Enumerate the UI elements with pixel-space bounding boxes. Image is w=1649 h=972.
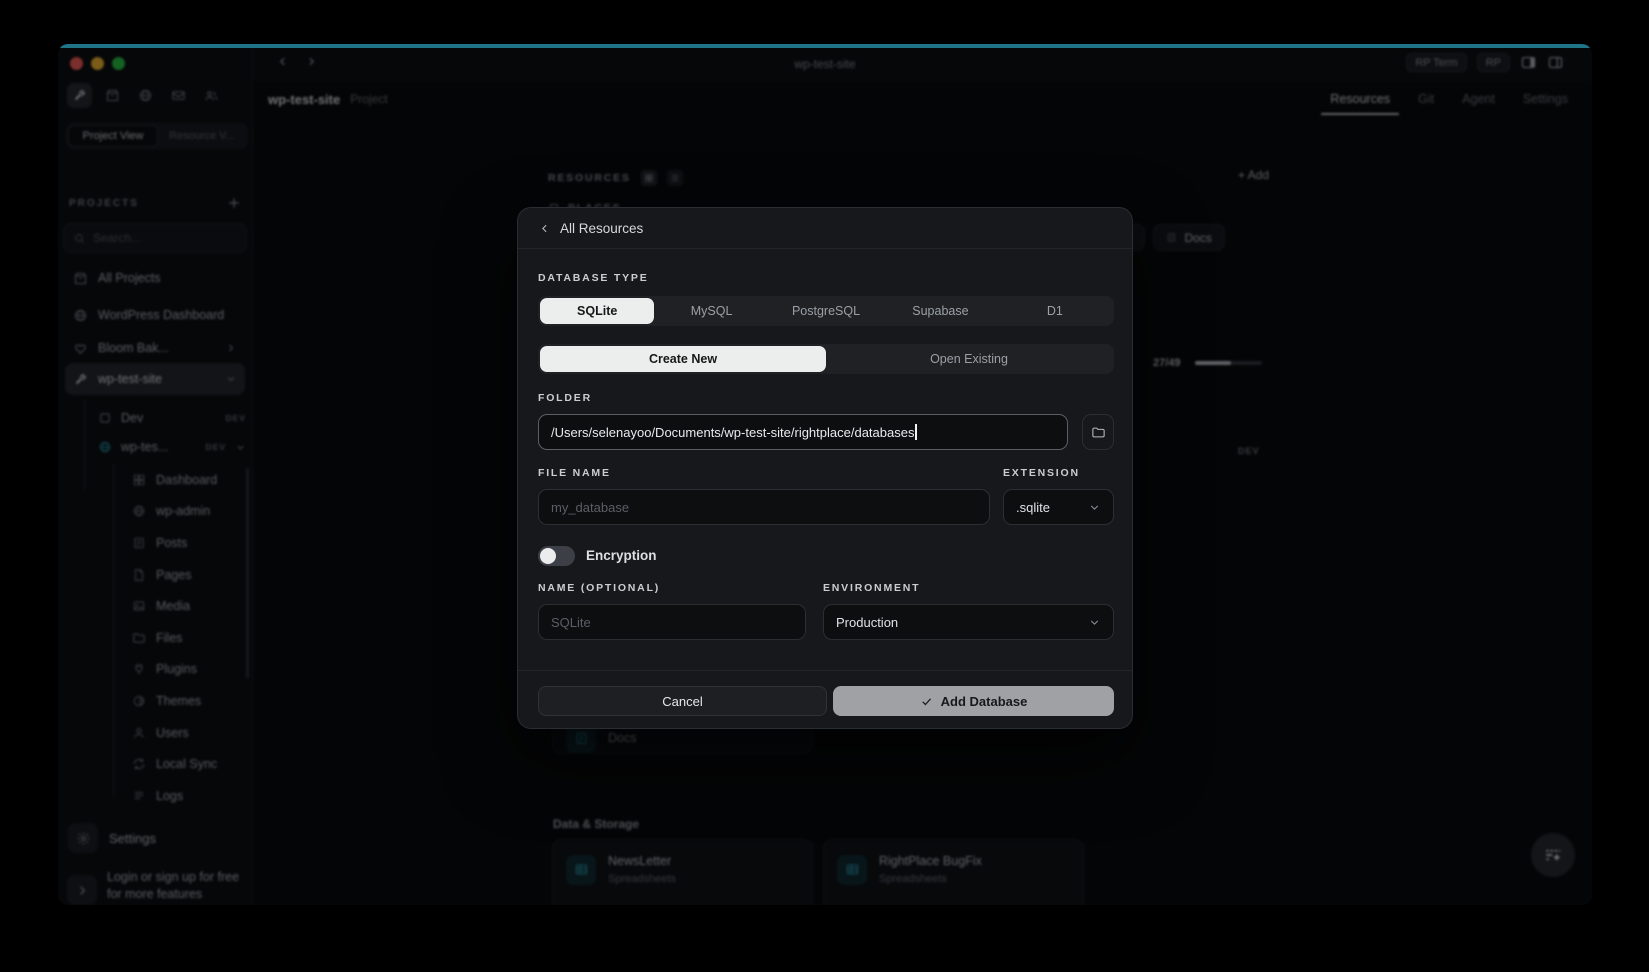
app-window: wp-test-site RP Term RP [58,44,1592,905]
chevron-left-icon[interactable] [538,222,551,235]
dbtype-sqlite[interactable]: SQLite [540,298,654,324]
chevron-down-icon [1088,616,1101,629]
extension-label: EXTENSION [1003,467,1080,479]
encryption-label: Encryption [586,548,657,563]
text-caret [915,424,917,440]
folder-label: FOLDER [538,392,592,404]
extension-select[interactable]: .sqlite [1003,489,1114,525]
environment-select[interactable]: Production [823,604,1114,640]
file-name-label: FILE NAME [538,467,611,479]
folder-path-input[interactable]: /Users/selenayoo/Documents/wp-test-site/… [538,414,1068,450]
toggle-knob [540,548,556,564]
modal-header: All Resources [518,208,1132,249]
encryption-toggle[interactable] [538,546,575,566]
mode-open-existing[interactable]: Open Existing [826,346,1112,372]
screen: wp-test-site RP Term RP [0,0,1649,972]
name-optional-label: NAME (OPTIONAL) [538,582,660,594]
modal-footer-divider [518,670,1132,671]
dbtype-d1[interactable]: D1 [998,298,1112,324]
database-type-segment: SQLite MySQL PostgreSQL Supabase D1 [538,296,1114,326]
cancel-button[interactable]: Cancel [538,686,827,716]
file-name-input[interactable] [538,489,990,525]
window-accent-strip [58,44,1592,48]
chevron-down-icon [1088,501,1101,514]
add-database-modal: All Resources DATABASE TYPE SQLite MySQL… [517,207,1133,729]
folder-icon [1091,425,1106,440]
mode-create-new[interactable]: Create New [540,346,826,372]
dbtype-postgresql[interactable]: PostgreSQL [769,298,883,324]
check-icon [920,695,933,708]
create-mode-segment: Create New Open Existing [538,344,1114,374]
database-type-label: DATABASE TYPE [538,272,649,284]
browse-folder-button[interactable] [1082,414,1114,450]
name-input[interactable] [538,604,806,640]
back-to-all-resources[interactable]: All Resources [560,221,643,236]
dbtype-supabase[interactable]: Supabase [883,298,997,324]
environment-label: ENVIRONMENT [823,582,920,594]
add-database-button[interactable]: Add Database [833,686,1114,716]
dbtype-mysql[interactable]: MySQL [654,298,768,324]
